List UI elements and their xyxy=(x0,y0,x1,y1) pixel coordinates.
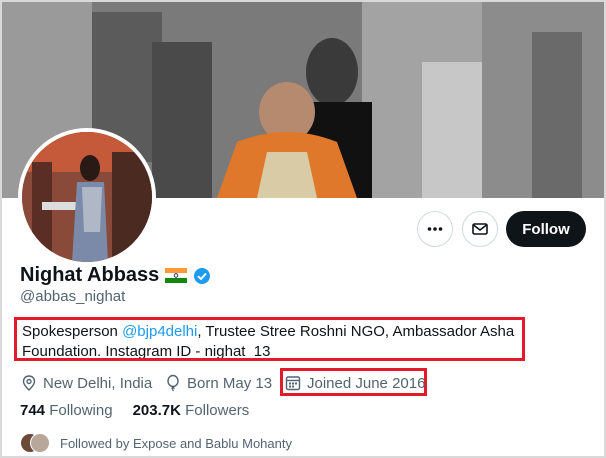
profile-bio: Spokesperson @bjp4delhi, Trustee Stree R… xyxy=(14,317,525,361)
joined-item: Joined June 2016 xyxy=(284,372,425,394)
verified-icon xyxy=(194,267,211,284)
message-button[interactable] xyxy=(462,211,498,247)
verified-badge-icon[interactable] xyxy=(193,267,211,285)
more-options-button[interactable] xyxy=(417,211,453,247)
followers-link[interactable]: 203.7K Followers xyxy=(133,402,250,419)
bio-text-start: Spokesperson xyxy=(22,323,123,340)
mutual-avatar-2 xyxy=(30,433,50,453)
birthday-text: Born May 13 xyxy=(187,374,273,392)
followed-by-row[interactable]: Followed by Expose and Bablu Mohanty xyxy=(20,433,292,453)
bio-mention-link[interactable]: @bjp4delhi xyxy=(122,323,197,340)
balloon-icon xyxy=(167,374,179,392)
india-flag-icon xyxy=(165,268,188,283)
location-text: New Delhi, India xyxy=(43,374,153,392)
avatar-photo xyxy=(22,132,152,262)
follow-button[interactable]: Follow xyxy=(506,211,586,247)
calendar-icon xyxy=(285,376,301,391)
followers-count: 203.7K xyxy=(132,402,181,419)
followers-label: Followers xyxy=(185,402,250,419)
profile-card: Follow Nighat Abbass @abbas_nighat Spoke… xyxy=(0,0,606,458)
following-link[interactable]: 744 Following xyxy=(20,402,113,419)
flag-emoji xyxy=(165,268,188,283)
location-pin-icon xyxy=(22,375,36,391)
user-handle: @abbas_nighat xyxy=(20,288,126,305)
joined-text: Joined June 2016 xyxy=(307,374,426,392)
mutual-avatars xyxy=(20,433,50,453)
following-label: Following xyxy=(49,402,113,419)
location-item: New Delhi, India xyxy=(20,372,152,394)
mail-icon xyxy=(472,223,488,235)
follow-stats: 744 Following 203.7K Followers xyxy=(20,402,249,419)
display-name: Nighat Abbass xyxy=(20,264,160,286)
name-row: Nighat Abbass xyxy=(20,264,211,287)
followed-by-text: Followed by Expose and Bablu Mohanty xyxy=(60,435,292,451)
birthday-item: Born May 13 xyxy=(164,372,272,394)
following-count: 744 xyxy=(20,402,46,419)
more-dots-icon xyxy=(427,227,443,231)
profile-avatar[interactable] xyxy=(18,128,156,266)
